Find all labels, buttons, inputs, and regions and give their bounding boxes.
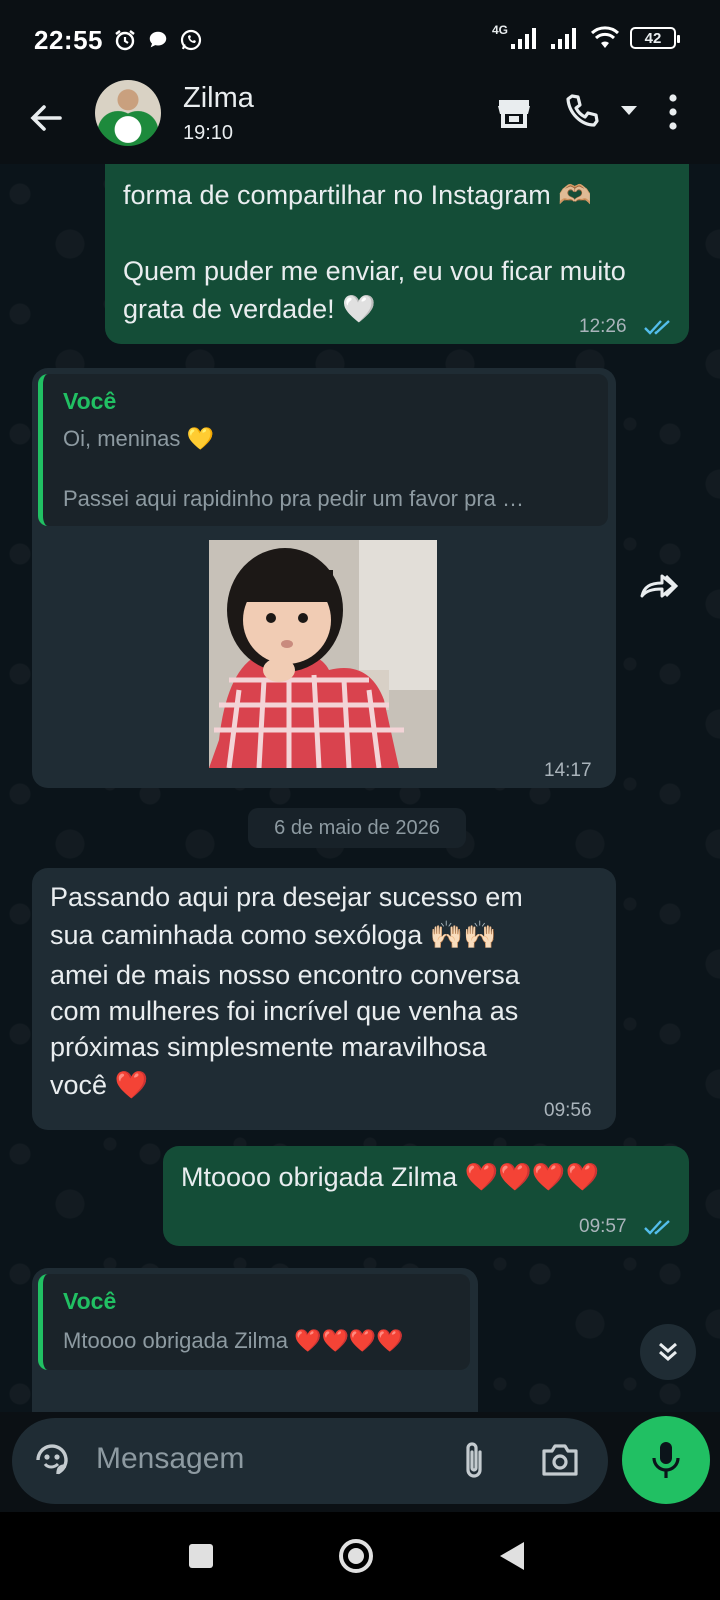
forward-icon[interactable] bbox=[636, 564, 682, 610]
message-time: 09:56 bbox=[544, 1100, 592, 1121]
sticker-image[interactable] bbox=[209, 540, 437, 768]
alarm-icon bbox=[115, 30, 135, 51]
home-icon[interactable] bbox=[338, 1538, 374, 1574]
message-text: próximas simplesmente maravilhosa bbox=[50, 1032, 487, 1062]
quoted-message[interactable]: Você Oi, meninas 💛 Passei aqui rapidinho… bbox=[38, 374, 608, 526]
voice-message-button[interactable] bbox=[622, 1416, 710, 1504]
incoming-message[interactable]: Passando aqui pra desejar sucesso em sua… bbox=[32, 868, 616, 1130]
signal-icon-2 bbox=[551, 28, 576, 49]
read-ticks-icon bbox=[644, 320, 670, 335]
camera-icon[interactable] bbox=[540, 1442, 580, 1478]
message-text: com mulheres foi incrível que venha as bbox=[50, 996, 519, 1026]
message-composer: Mensagem bbox=[0, 1412, 720, 1512]
date-separator: 6 de maio de 2026 bbox=[248, 808, 466, 848]
battery-icon: 42 bbox=[630, 27, 680, 49]
message-input[interactable]: Mensagem bbox=[96, 1442, 244, 1476]
scroll-to-bottom-button[interactable] bbox=[640, 1324, 696, 1380]
outgoing-message[interactable]: forma de compartilhar no Instagram 🫶🏼 Qu… bbox=[105, 164, 689, 344]
contact-name[interactable]: Zilma bbox=[183, 82, 254, 115]
outgoing-message[interactable]: Mtoooo obrigada Zilma ❤️❤️❤️❤️ 09:57 bbox=[163, 1146, 689, 1246]
chat-messages-area[interactable]: forma de compartilhar no Instagram 🫶🏼 Qu… bbox=[0, 164, 720, 1412]
status-bar: 22:55 4G 42 bbox=[0, 0, 720, 80]
quoted-message[interactable]: Você Mtoooo obrigada Zilma ❤️❤️❤️❤️ bbox=[38, 1274, 470, 1370]
contact-avatar[interactable] bbox=[95, 80, 161, 146]
signal-icon bbox=[511, 28, 536, 49]
message-text: você ❤️ bbox=[50, 1070, 149, 1100]
double-chevron-down-icon bbox=[659, 1342, 677, 1361]
microphone-icon bbox=[652, 1442, 680, 1478]
message-text: forma de compartilhar no Instagram 🫶🏼 bbox=[123, 180, 592, 210]
chat-notification-icon bbox=[149, 31, 167, 48]
back-arrow-icon[interactable] bbox=[26, 98, 66, 138]
system-navigation-bar bbox=[0, 1512, 720, 1600]
incoming-message[interactable]: Você Mtoooo obrigada Zilma ❤️❤️❤️❤️ bbox=[32, 1268, 478, 1412]
quote-text: Oi, meninas 💛 bbox=[63, 426, 214, 451]
store-icon[interactable] bbox=[494, 94, 534, 134]
back-nav-icon[interactable] bbox=[498, 1540, 526, 1572]
recent-apps-icon[interactable] bbox=[188, 1543, 214, 1569]
quote-text: Mtoooo obrigada Zilma ❤️❤️❤️❤️ bbox=[63, 1328, 404, 1353]
message-input-bar[interactable]: Mensagem bbox=[12, 1418, 608, 1504]
wifi-icon bbox=[590, 26, 620, 48]
status-notification-icons bbox=[113, 28, 203, 52]
status-system-icons: 4G 42 bbox=[491, 23, 680, 50]
message-text: Mtoooo obrigada Zilma ❤️❤️❤️❤️ bbox=[181, 1162, 600, 1192]
message-text: Passando aqui pra desejar sucesso em bbox=[50, 882, 523, 912]
message-text: grata de verdade! 🤍 bbox=[123, 294, 376, 324]
message-text: Quem puder me enviar, eu vou ficar muito bbox=[123, 256, 626, 286]
sticker-icon[interactable] bbox=[32, 1440, 72, 1480]
chat-header: Zilma 19:10 bbox=[0, 80, 720, 164]
read-ticks-icon bbox=[644, 1220, 670, 1235]
phone-icon[interactable] bbox=[562, 92, 602, 132]
network-type: 4G bbox=[491, 23, 508, 37]
message-time: 09:57 bbox=[579, 1216, 627, 1237]
quote-text: Passei aqui rapidinho pra pedir um favor… bbox=[63, 486, 525, 511]
message-text: sua caminhada como sexóloga 🙌🏻🙌🏻 bbox=[50, 920, 497, 950]
child-photo bbox=[209, 540, 437, 768]
call-dropdown-icon[interactable] bbox=[620, 104, 638, 116]
quote-author: Você bbox=[63, 1288, 117, 1314]
more-options-icon[interactable] bbox=[667, 92, 679, 132]
whatsapp-icon bbox=[180, 29, 202, 51]
message-text: amei de mais nosso encontro conversa bbox=[50, 960, 520, 990]
message-time: 14:17 bbox=[544, 760, 592, 781]
status-time: 22:55 bbox=[34, 24, 103, 55]
quote-author: Você bbox=[63, 388, 117, 414]
attach-icon[interactable] bbox=[458, 1440, 490, 1482]
message-time: 12:26 bbox=[579, 316, 627, 337]
contact-last-seen: 19:10 bbox=[183, 122, 234, 144]
